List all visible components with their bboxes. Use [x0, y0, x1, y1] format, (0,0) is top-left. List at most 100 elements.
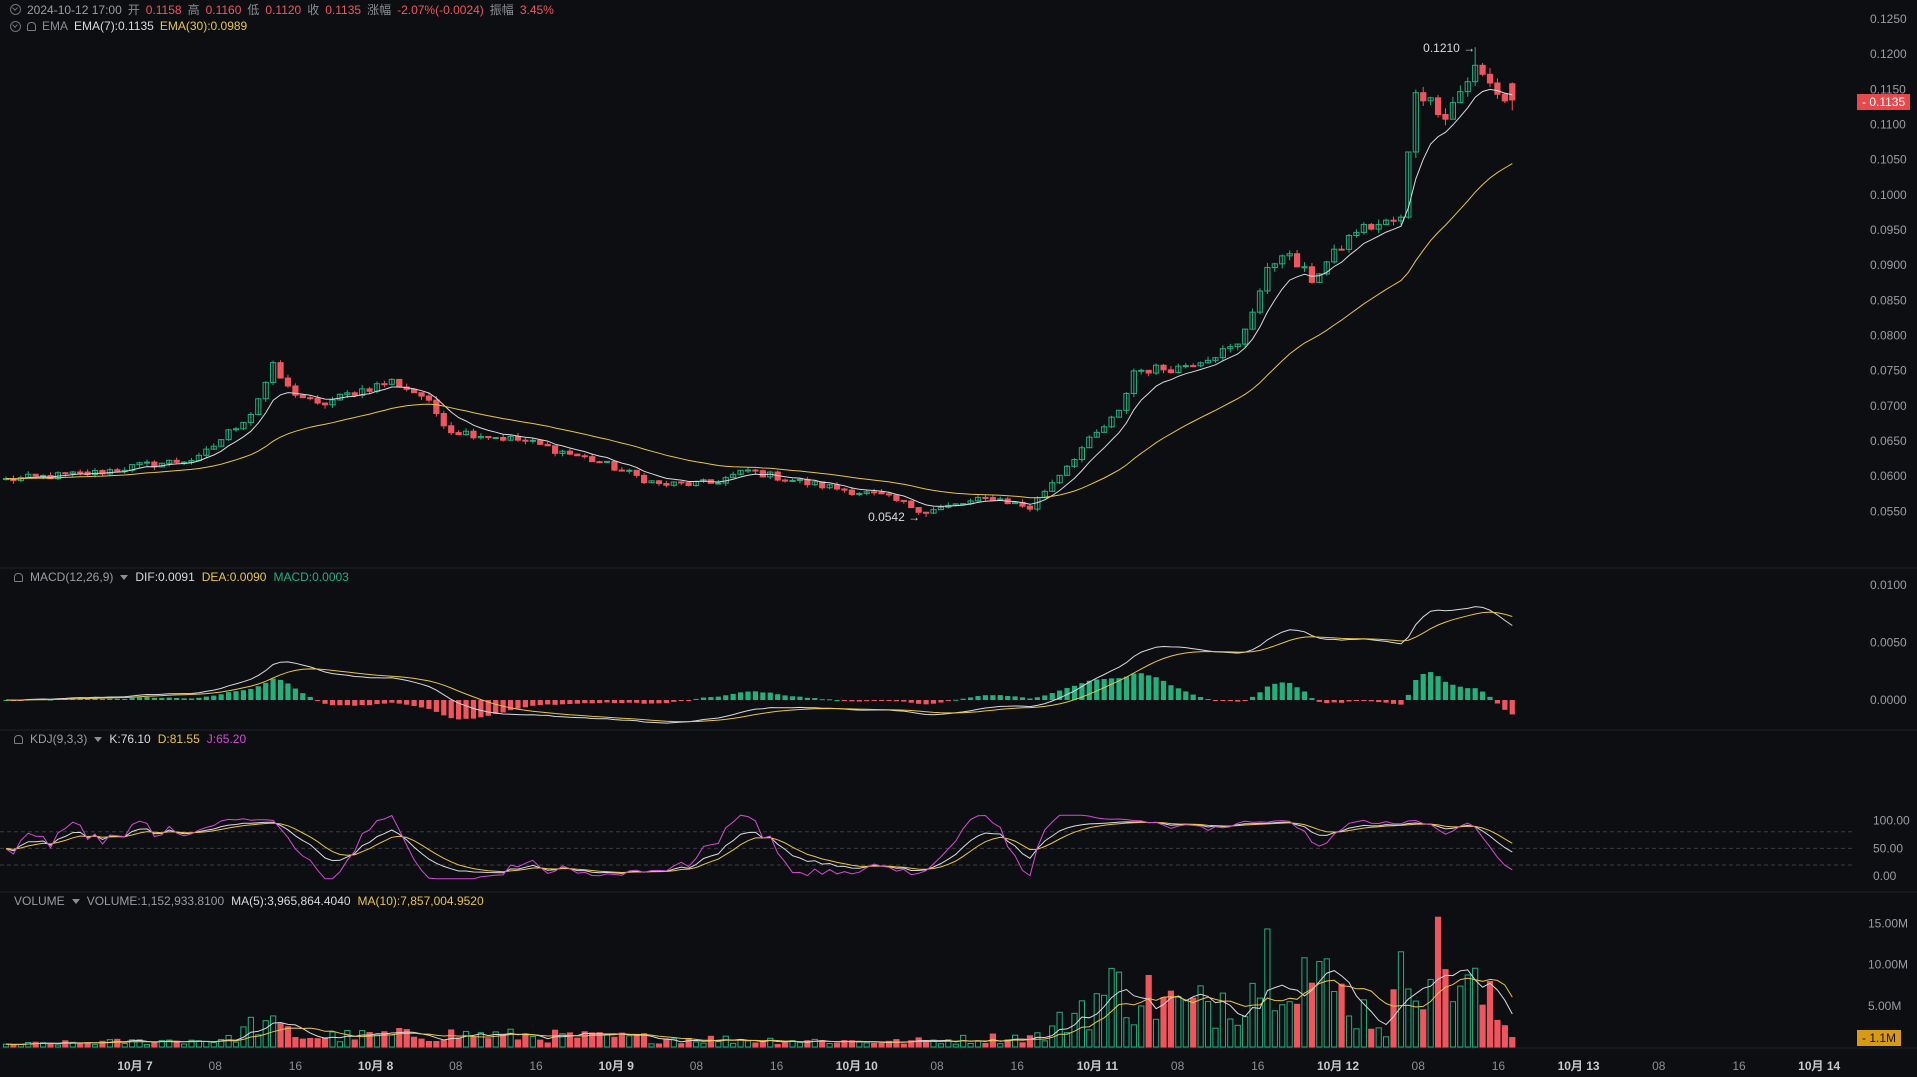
volume-bar: [574, 1037, 581, 1048]
macd-bar: [834, 699, 840, 701]
macd-bar: [559, 700, 566, 705]
candle-body: [744, 469, 752, 472]
volume-bar: [485, 1038, 492, 1048]
macd-bar: [1049, 693, 1055, 700]
candle-body: [982, 496, 989, 499]
candle-body: [833, 484, 841, 490]
volume-bar: [314, 1038, 321, 1048]
volume-bar: [1479, 1004, 1486, 1048]
candle-body: [277, 362, 284, 379]
macd-bar: [1294, 687, 1300, 700]
volume-bar: [411, 1036, 418, 1048]
macd-bar: [203, 696, 209, 700]
volume-bar: [62, 1040, 69, 1048]
candle-body: [1167, 369, 1175, 373]
candle-body: [663, 483, 670, 486]
macd-bar: [1420, 673, 1426, 700]
time-tick: 16: [1251, 1059, 1265, 1073]
bell-icon[interactable]: [14, 572, 23, 582]
macd-bar: [782, 695, 788, 700]
macd-bar: [1279, 682, 1285, 700]
macd-bar: [478, 700, 484, 718]
macd-bar: [411, 700, 417, 707]
candle-body: [1308, 266, 1316, 283]
candle-body: [425, 395, 433, 401]
volume-bar: [32, 1041, 39, 1048]
macd-bar: [463, 700, 469, 719]
macd-bar: [359, 700, 365, 706]
high-annotation: 0.1210 →: [1423, 41, 1475, 55]
volume-name[interactable]: VOLUME: [14, 894, 65, 908]
macd-bar: [1353, 700, 1360, 701]
macd-bar: [1405, 694, 1411, 700]
macd-bar: [1146, 675, 1152, 700]
candle-body: [885, 493, 893, 496]
price-tick: 0.0900: [1870, 258, 1907, 272]
time-tick: 10月 14: [1798, 1059, 1840, 1073]
candle-body: [1486, 73, 1494, 84]
macd-name[interactable]: MACD(12,26,9): [30, 570, 113, 584]
macd-bar: [923, 700, 929, 705]
candle-body: [1390, 219, 1397, 222]
chevron-down-icon[interactable]: [120, 574, 129, 580]
volume-ma10: MA(10):7,857,004.9520: [357, 894, 484, 908]
macd-bar: [448, 700, 454, 719]
current-price-value: 0.1135: [1869, 95, 1906, 109]
macd-bar: [151, 697, 157, 700]
macd-bar: [122, 698, 128, 700]
collapse-icon[interactable]: [10, 4, 21, 15]
macd-header: MACD(12,26,9) DIF:0.0091 DEA:0.0090 MACD…: [14, 570, 349, 584]
macd-bar: [1487, 696, 1493, 700]
macd-bar: [760, 692, 766, 700]
kdj-j: J:65.20: [206, 732, 247, 746]
macd-bar: [1242, 700, 1248, 701]
bell-icon[interactable]: [14, 734, 23, 744]
candle-body: [470, 430, 477, 439]
macd-bar: [641, 700, 647, 704]
volume-bar: [1145, 974, 1152, 1048]
macd-bar: [678, 700, 684, 701]
macd-bar: [315, 700, 321, 701]
candle-body: [596, 461, 603, 464]
kdj-header: KDJ(9,3,3) K:76.10 D:81.55 J:65.20: [14, 732, 246, 746]
ema-name[interactable]: EMA: [42, 19, 68, 33]
macd-bar: [930, 700, 937, 704]
volume-bar: [915, 1037, 922, 1048]
volume-bar: [396, 1028, 403, 1048]
candle-body: [321, 402, 329, 406]
macd-bar: [1465, 688, 1471, 700]
candle-body: [1479, 64, 1486, 75]
time-tick: 16: [1492, 1059, 1506, 1073]
macd-bar: [693, 698, 699, 700]
macd-bar: [1502, 700, 1508, 710]
macd-bar: [1138, 673, 1144, 700]
candle-body: [878, 491, 885, 495]
macd-bar: [1123, 676, 1130, 700]
candle-body: [655, 480, 663, 485]
macd-bar: [960, 698, 966, 700]
volume-bar: [1494, 1019, 1501, 1048]
macd-dif: DIF:0.0091: [135, 570, 195, 584]
candle-body: [448, 425, 455, 434]
macd-bar: [493, 700, 499, 714]
macd-bar: [1235, 700, 1241, 702]
macd-bar: [1450, 684, 1456, 700]
macd-bar: [507, 700, 514, 711]
macd-bar: [1479, 691, 1486, 700]
candle-body: [114, 469, 121, 472]
candle-body: [1420, 92, 1427, 102]
collapse-icon[interactable]: [10, 20, 21, 32]
volume-bar: [752, 1042, 759, 1048]
volume-bar: [277, 1023, 284, 1048]
chevron-down-icon[interactable]: [94, 736, 103, 742]
macd-bar: [218, 694, 224, 700]
kdj-name[interactable]: KDJ(9,3,3): [30, 732, 87, 746]
current-volume-value: 1.1M: [1869, 1031, 1897, 1045]
macd-dea: DEA:0.0090: [201, 570, 267, 584]
chevron-down-icon[interactable]: [71, 898, 80, 904]
bell-icon[interactable]: [27, 21, 36, 31]
open-label: 开: [127, 3, 140, 17]
high-value: 0.1160: [205, 2, 242, 17]
volume-bar: [418, 1038, 425, 1048]
macd-bar: [1494, 700, 1501, 704]
